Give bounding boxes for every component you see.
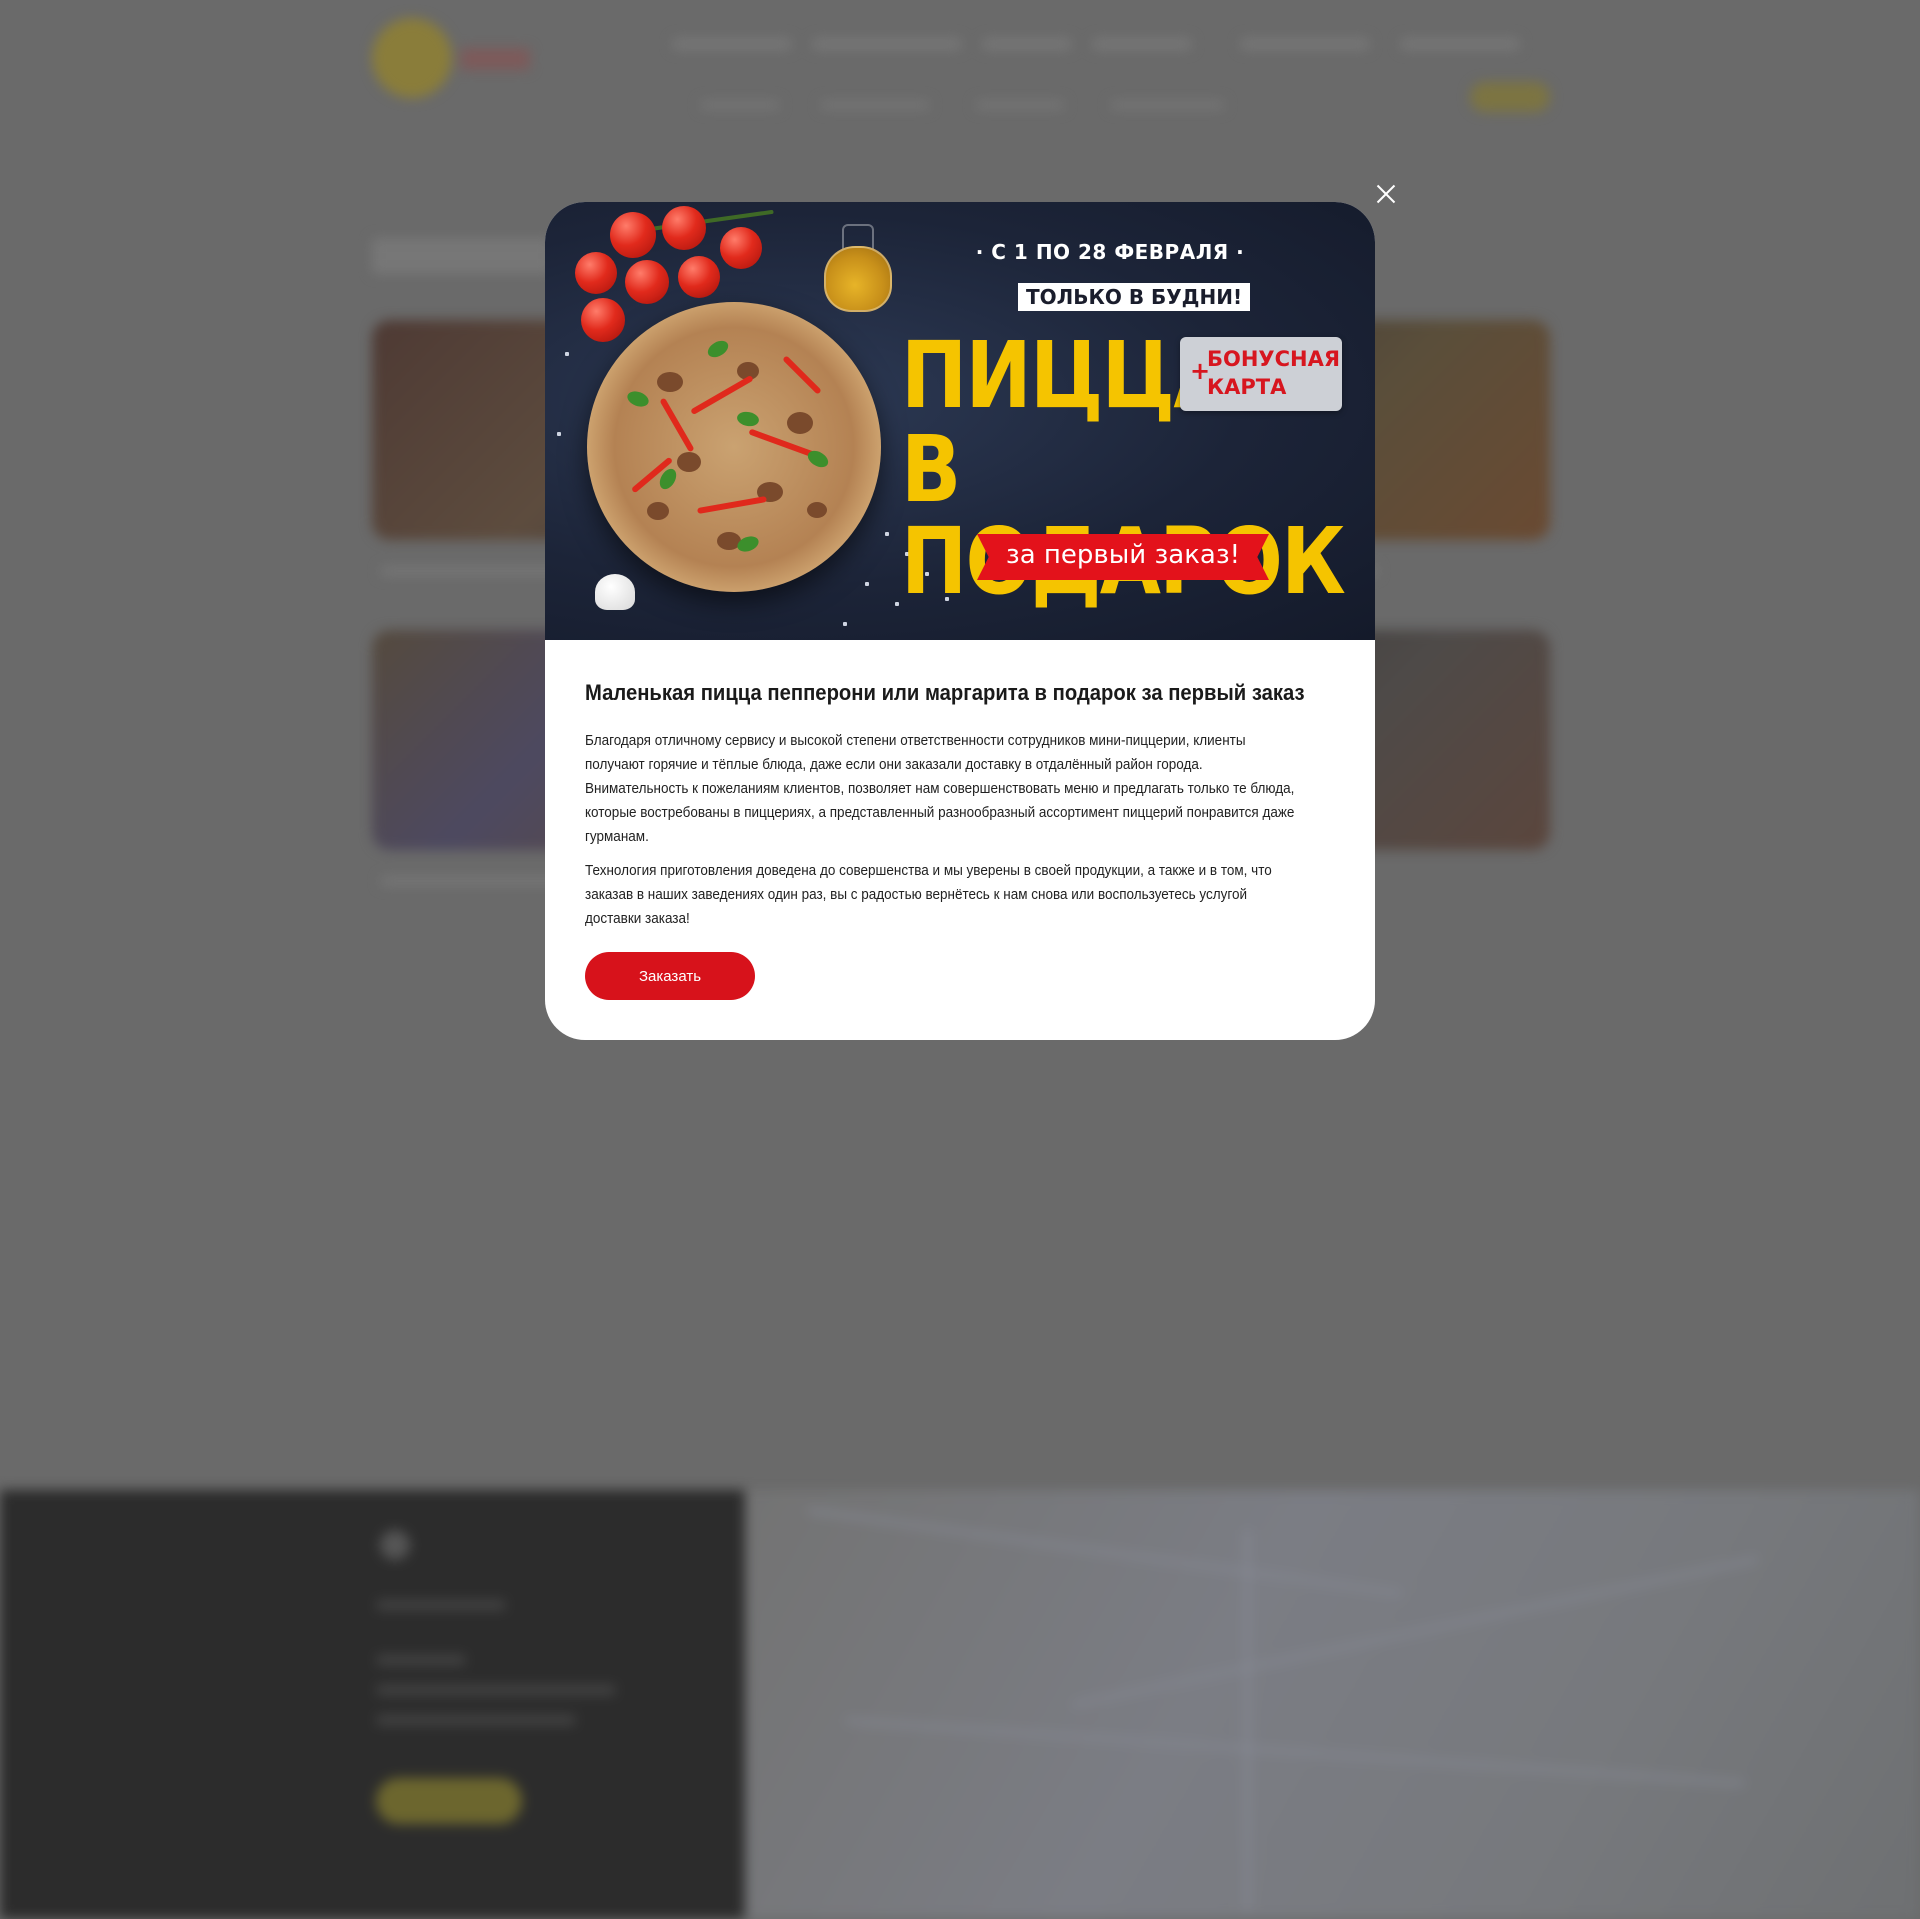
mushroom-icon bbox=[595, 574, 635, 610]
promo-headline-line2: В ПОДАРОК bbox=[901, 416, 1346, 608]
modal-paragraph: Технология приготовления доведена до сов… bbox=[585, 862, 1272, 927]
site-logo bbox=[372, 18, 452, 98]
cart-button bbox=[1470, 82, 1550, 112]
subnav-item bbox=[820, 100, 930, 110]
promo-banner: · С 1 ПО 28 ФЕВРАЛЯ · ТОЛЬКО В БУДНИ! ПИ… bbox=[545, 202, 1375, 640]
tomato-icon bbox=[720, 227, 762, 269]
bonus-card-badge: + БОНУСНАЯ КАРТА bbox=[1180, 337, 1342, 411]
bonus-line2: КАРТА bbox=[1207, 375, 1287, 399]
bonus-line1: БОНУСНАЯ bbox=[1207, 347, 1341, 371]
site-footer bbox=[0, 1490, 745, 1919]
tomato-icon bbox=[610, 212, 656, 258]
nav-item bbox=[812, 38, 962, 50]
site-logo-text bbox=[460, 48, 530, 70]
pizza-image bbox=[587, 302, 881, 592]
phone-number bbox=[1400, 38, 1520, 50]
oil-jug-icon bbox=[824, 246, 892, 312]
modal-title: Маленькая пицца пепперони или маргарита … bbox=[585, 680, 1305, 705]
promo-date-range: · С 1 ПО 28 ФЕВРАЛЯ · bbox=[975, 240, 1245, 264]
modal-paragraph: Благодаря отличному сервису и высокой ст… bbox=[585, 732, 1295, 845]
subnav-item bbox=[700, 100, 780, 110]
nav-item bbox=[672, 38, 792, 50]
subnav-item bbox=[975, 100, 1065, 110]
tomato-icon bbox=[625, 260, 669, 304]
tomato-icon bbox=[575, 252, 617, 294]
bonus-card-text: БОНУСНАЯ КАРТА bbox=[1207, 345, 1340, 401]
nav-item bbox=[982, 38, 1072, 50]
close-icon[interactable] bbox=[1372, 180, 1400, 208]
tomato-icon bbox=[678, 256, 720, 298]
nav-item bbox=[1092, 38, 1192, 50]
promo-modal: · С 1 ПО 28 ФЕВРАЛЯ · ТОЛЬКО В БУДНИ! ПИ… bbox=[545, 202, 1375, 1040]
map bbox=[745, 1490, 1920, 1919]
phone-number bbox=[1240, 38, 1370, 50]
tomato-icon bbox=[581, 298, 625, 342]
subnav-item bbox=[1110, 100, 1225, 110]
page-heading bbox=[372, 238, 552, 274]
footer-button bbox=[376, 1778, 522, 1824]
promo-weekdays-label: ТОЛЬКО В БУДНИ! bbox=[1018, 283, 1251, 311]
promo-ribbon-text: за первый заказ! bbox=[1005, 540, 1241, 570]
site-header bbox=[0, 0, 1920, 140]
order-button[interactable]: Заказать bbox=[585, 952, 755, 1000]
tomato-icon bbox=[662, 206, 706, 250]
